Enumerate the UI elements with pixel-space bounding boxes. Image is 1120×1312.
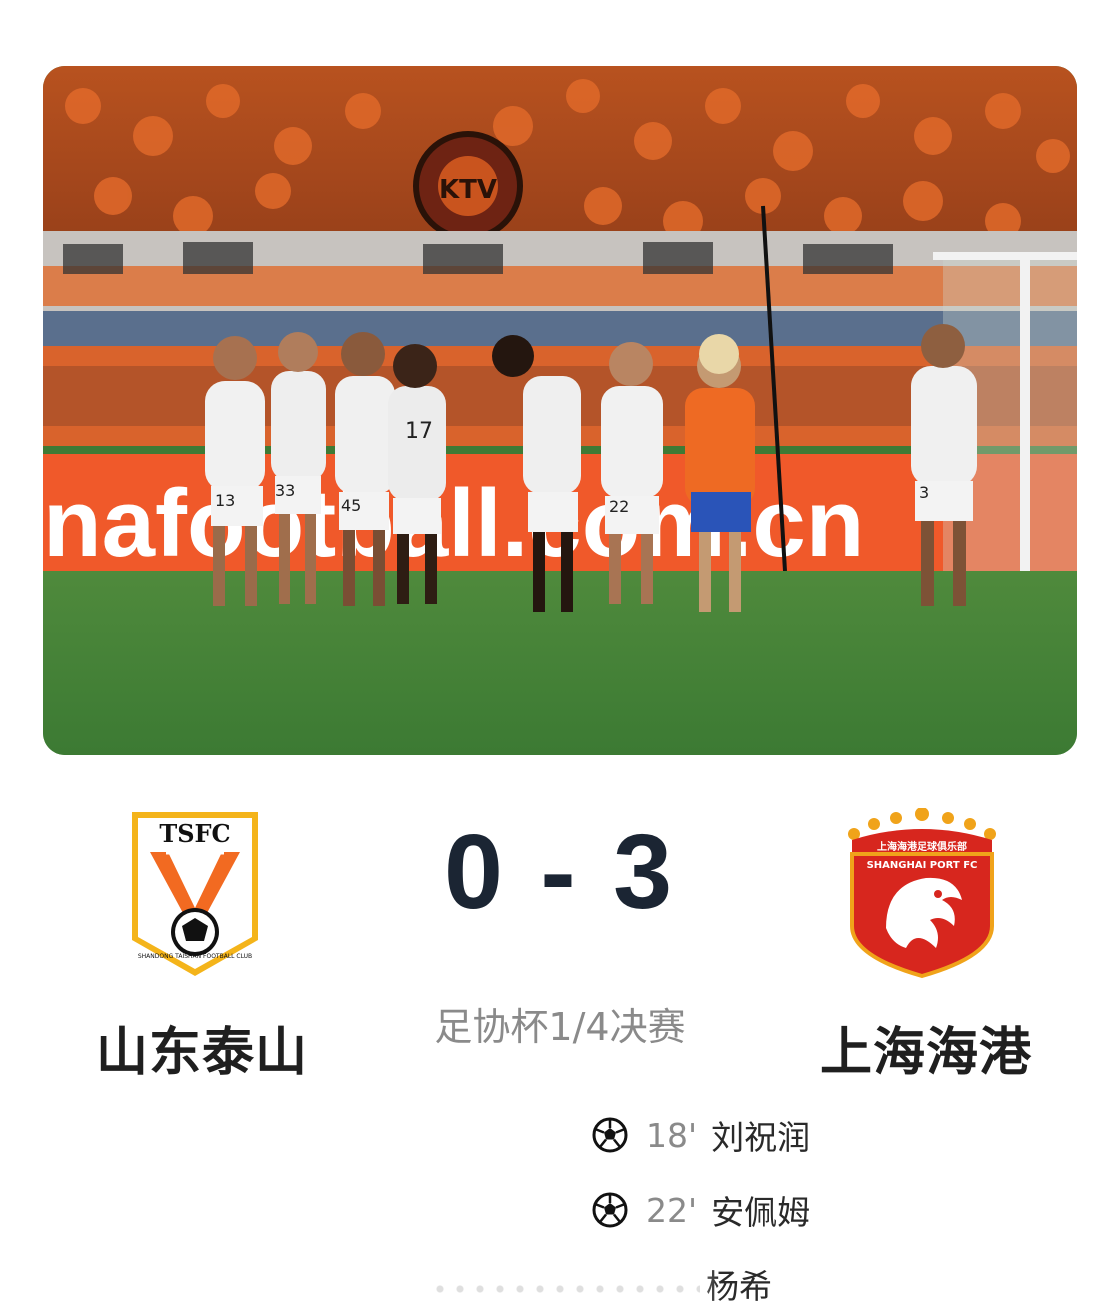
- goal-scorer[interactable]: 安佩姆: [711, 1186, 810, 1234]
- goal-minute: 22': [646, 1190, 698, 1230]
- player-number: 22: [609, 497, 629, 516]
- goal-event: 18' 刘祝润: [592, 1113, 810, 1157]
- home-logo-text: TSFC: [159, 819, 230, 848]
- crowd-crest-text: KTV: [439, 175, 497, 205]
- away-logo-text-en: SHANGHAI PORT FC: [867, 860, 978, 871]
- player-number: 33: [275, 481, 295, 500]
- goal-scorer[interactable]: 刘祝润: [711, 1111, 810, 1159]
- competition-label: 足协杯1/4决赛: [434, 1005, 686, 1049]
- away-team-logo[interactable]: 上海海港足球俱乐部 SHANGHAI PORT FC: [846, 807, 998, 980]
- player-number: 45: [341, 496, 361, 515]
- fade-dots: [430, 1278, 700, 1300]
- goal-event: 22' 安佩姆: [592, 1188, 810, 1232]
- player-number: 17: [405, 419, 433, 444]
- tsfc-crest-icon: TSFC SHANDONG TAISHAN FOOTBALL CLUB: [132, 812, 258, 976]
- photo-scene: KTV nafootball.com.cn 13 33 45 17 22 3: [43, 66, 1077, 755]
- away-logo-text-cn: 上海海港足球俱乐部: [877, 840, 967, 853]
- soccer-ball-icon: [592, 1117, 628, 1153]
- home-team-name[interactable]: 山东泰山: [96, 1010, 307, 1085]
- home-team-logo[interactable]: TSFC SHANDONG TAISHAN FOOTBALL CLUB: [128, 808, 262, 980]
- soccer-ball-icon: [592, 1192, 628, 1228]
- goal-minute: 18': [646, 1115, 698, 1155]
- match-score: 0 - 3: [443, 813, 677, 931]
- player-number: 13: [215, 491, 235, 510]
- away-team-name[interactable]: 上海海港: [820, 1010, 1031, 1085]
- player-number: 3: [919, 483, 929, 502]
- shanghai-port-crest-icon: 上海海港足球俱乐部 SHANGHAI PORT FC: [848, 807, 996, 979]
- home-logo-subtext: SHANDONG TAISHAN FOOTBALL CLUB: [138, 953, 252, 960]
- match-photo[interactable]: KTV nafootball.com.cn 13 33 45 17 22 3: [43, 66, 1077, 755]
